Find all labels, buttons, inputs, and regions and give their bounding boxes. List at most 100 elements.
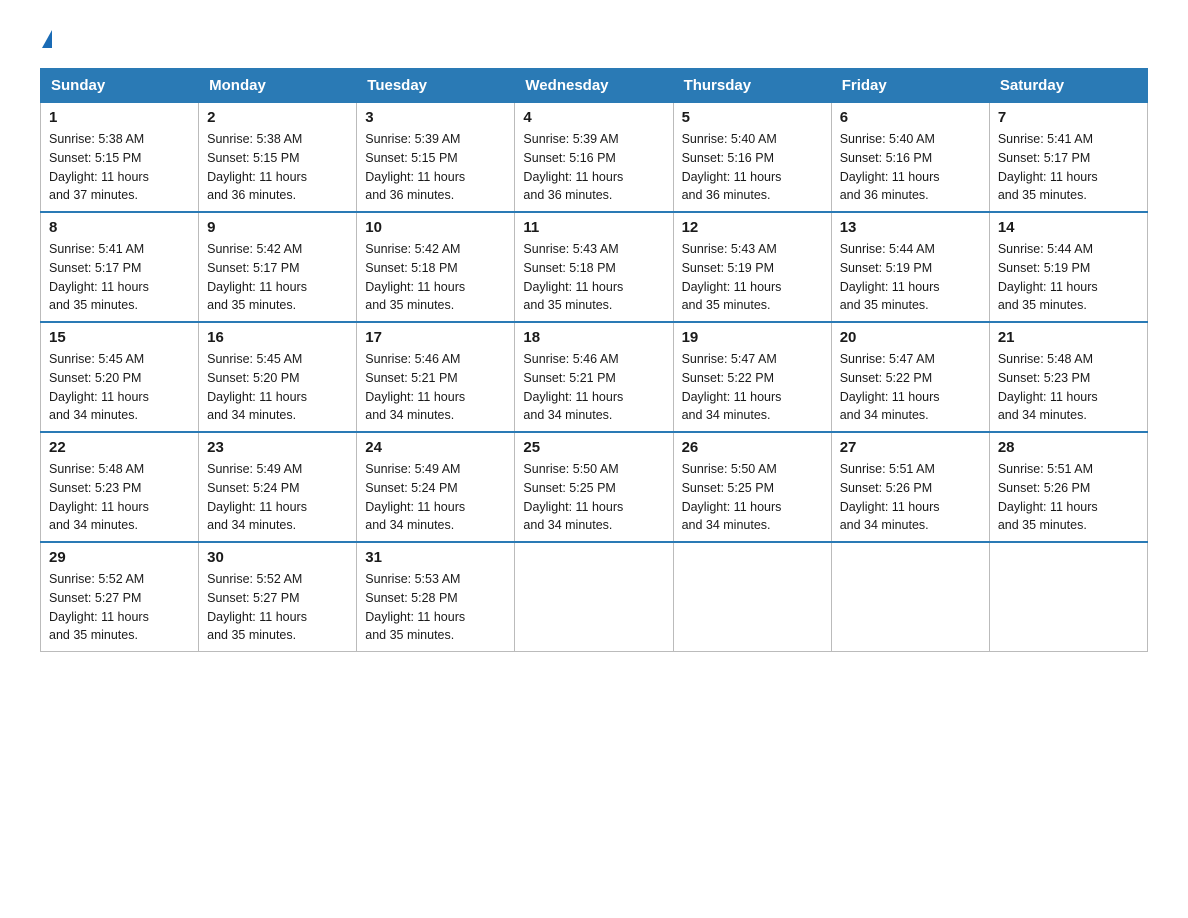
- day-info: Sunrise: 5:44 AMSunset: 5:19 PMDaylight:…: [840, 240, 981, 315]
- weekday-header-tuesday: Tuesday: [357, 69, 515, 103]
- calendar-cell: 24 Sunrise: 5:49 AMSunset: 5:24 PMDaylig…: [357, 432, 515, 542]
- day-number: 14: [998, 219, 1139, 236]
- page-header: [40, 30, 1148, 48]
- calendar-cell: 26 Sunrise: 5:50 AMSunset: 5:25 PMDaylig…: [673, 432, 831, 542]
- day-number: 20: [840, 329, 981, 346]
- day-number: 13: [840, 219, 981, 236]
- day-number: 12: [682, 219, 823, 236]
- day-number: 31: [365, 549, 506, 566]
- day-info: Sunrise: 5:39 AMSunset: 5:15 PMDaylight:…: [365, 130, 506, 205]
- calendar-cell: 19 Sunrise: 5:47 AMSunset: 5:22 PMDaylig…: [673, 322, 831, 432]
- day-number: 8: [49, 219, 190, 236]
- calendar-cell: 18 Sunrise: 5:46 AMSunset: 5:21 PMDaylig…: [515, 322, 673, 432]
- calendar-cell: 23 Sunrise: 5:49 AMSunset: 5:24 PMDaylig…: [199, 432, 357, 542]
- calendar-cell: 8 Sunrise: 5:41 AMSunset: 5:17 PMDayligh…: [41, 212, 199, 322]
- day-info: Sunrise: 5:38 AMSunset: 5:15 PMDaylight:…: [207, 130, 348, 205]
- day-number: 23: [207, 439, 348, 456]
- calendar-table: SundayMondayTuesdayWednesdayThursdayFrid…: [40, 68, 1148, 652]
- day-number: 7: [998, 109, 1139, 126]
- day-info: Sunrise: 5:52 AMSunset: 5:27 PMDaylight:…: [49, 570, 190, 645]
- calendar-cell: 6 Sunrise: 5:40 AMSunset: 5:16 PMDayligh…: [831, 103, 989, 213]
- calendar-week-1: 1 Sunrise: 5:38 AMSunset: 5:15 PMDayligh…: [41, 103, 1148, 213]
- calendar-week-5: 29 Sunrise: 5:52 AMSunset: 5:27 PMDaylig…: [41, 542, 1148, 652]
- calendar-cell: 14 Sunrise: 5:44 AMSunset: 5:19 PMDaylig…: [989, 212, 1147, 322]
- calendar-cell: 7 Sunrise: 5:41 AMSunset: 5:17 PMDayligh…: [989, 103, 1147, 213]
- day-info: Sunrise: 5:46 AMSunset: 5:21 PMDaylight:…: [523, 350, 664, 425]
- calendar-cell: 1 Sunrise: 5:38 AMSunset: 5:15 PMDayligh…: [41, 103, 199, 213]
- calendar-cell: [831, 542, 989, 652]
- weekday-header-saturday: Saturday: [989, 69, 1147, 103]
- calendar-cell: [515, 542, 673, 652]
- day-info: Sunrise: 5:42 AMSunset: 5:17 PMDaylight:…: [207, 240, 348, 315]
- calendar-week-2: 8 Sunrise: 5:41 AMSunset: 5:17 PMDayligh…: [41, 212, 1148, 322]
- calendar-cell: 25 Sunrise: 5:50 AMSunset: 5:25 PMDaylig…: [515, 432, 673, 542]
- calendar-cell: 21 Sunrise: 5:48 AMSunset: 5:23 PMDaylig…: [989, 322, 1147, 432]
- calendar-header-row: SundayMondayTuesdayWednesdayThursdayFrid…: [41, 69, 1148, 103]
- day-info: Sunrise: 5:47 AMSunset: 5:22 PMDaylight:…: [840, 350, 981, 425]
- day-info: Sunrise: 5:48 AMSunset: 5:23 PMDaylight:…: [998, 350, 1139, 425]
- day-number: 21: [998, 329, 1139, 346]
- day-info: Sunrise: 5:45 AMSunset: 5:20 PMDaylight:…: [207, 350, 348, 425]
- day-number: 9: [207, 219, 348, 236]
- calendar-cell: 12 Sunrise: 5:43 AMSunset: 5:19 PMDaylig…: [673, 212, 831, 322]
- day-info: Sunrise: 5:38 AMSunset: 5:15 PMDaylight:…: [49, 130, 190, 205]
- calendar-cell: 31 Sunrise: 5:53 AMSunset: 5:28 PMDaylig…: [357, 542, 515, 652]
- day-info: Sunrise: 5:53 AMSunset: 5:28 PMDaylight:…: [365, 570, 506, 645]
- calendar-cell: 11 Sunrise: 5:43 AMSunset: 5:18 PMDaylig…: [515, 212, 673, 322]
- calendar-cell: 15 Sunrise: 5:45 AMSunset: 5:20 PMDaylig…: [41, 322, 199, 432]
- day-info: Sunrise: 5:51 AMSunset: 5:26 PMDaylight:…: [840, 460, 981, 535]
- day-info: Sunrise: 5:42 AMSunset: 5:18 PMDaylight:…: [365, 240, 506, 315]
- day-number: 4: [523, 109, 664, 126]
- calendar-cell: 30 Sunrise: 5:52 AMSunset: 5:27 PMDaylig…: [199, 542, 357, 652]
- day-number: 19: [682, 329, 823, 346]
- day-info: Sunrise: 5:43 AMSunset: 5:18 PMDaylight:…: [523, 240, 664, 315]
- day-number: 10: [365, 219, 506, 236]
- day-number: 26: [682, 439, 823, 456]
- calendar-cell: 2 Sunrise: 5:38 AMSunset: 5:15 PMDayligh…: [199, 103, 357, 213]
- calendar-cell: 28 Sunrise: 5:51 AMSunset: 5:26 PMDaylig…: [989, 432, 1147, 542]
- day-info: Sunrise: 5:40 AMSunset: 5:16 PMDaylight:…: [682, 130, 823, 205]
- day-number: 29: [49, 549, 190, 566]
- day-number: 22: [49, 439, 190, 456]
- calendar-cell: 27 Sunrise: 5:51 AMSunset: 5:26 PMDaylig…: [831, 432, 989, 542]
- day-info: Sunrise: 5:41 AMSunset: 5:17 PMDaylight:…: [49, 240, 190, 315]
- day-number: 25: [523, 439, 664, 456]
- day-number: 27: [840, 439, 981, 456]
- calendar-cell: 4 Sunrise: 5:39 AMSunset: 5:16 PMDayligh…: [515, 103, 673, 213]
- day-number: 3: [365, 109, 506, 126]
- day-info: Sunrise: 5:51 AMSunset: 5:26 PMDaylight:…: [998, 460, 1139, 535]
- weekday-header-friday: Friday: [831, 69, 989, 103]
- day-info: Sunrise: 5:43 AMSunset: 5:19 PMDaylight:…: [682, 240, 823, 315]
- calendar-cell: 3 Sunrise: 5:39 AMSunset: 5:15 PMDayligh…: [357, 103, 515, 213]
- calendar-cell: 17 Sunrise: 5:46 AMSunset: 5:21 PMDaylig…: [357, 322, 515, 432]
- day-info: Sunrise: 5:49 AMSunset: 5:24 PMDaylight:…: [365, 460, 506, 535]
- day-number: 28: [998, 439, 1139, 456]
- day-number: 30: [207, 549, 348, 566]
- calendar-cell: [673, 542, 831, 652]
- calendar-week-4: 22 Sunrise: 5:48 AMSunset: 5:23 PMDaylig…: [41, 432, 1148, 542]
- day-info: Sunrise: 5:41 AMSunset: 5:17 PMDaylight:…: [998, 130, 1139, 205]
- calendar-cell: 9 Sunrise: 5:42 AMSunset: 5:17 PMDayligh…: [199, 212, 357, 322]
- calendar-week-3: 15 Sunrise: 5:45 AMSunset: 5:20 PMDaylig…: [41, 322, 1148, 432]
- day-number: 17: [365, 329, 506, 346]
- day-info: Sunrise: 5:48 AMSunset: 5:23 PMDaylight:…: [49, 460, 190, 535]
- day-info: Sunrise: 5:52 AMSunset: 5:27 PMDaylight:…: [207, 570, 348, 645]
- weekday-header-thursday: Thursday: [673, 69, 831, 103]
- weekday-header-monday: Monday: [199, 69, 357, 103]
- day-info: Sunrise: 5:44 AMSunset: 5:19 PMDaylight:…: [998, 240, 1139, 315]
- day-info: Sunrise: 5:39 AMSunset: 5:16 PMDaylight:…: [523, 130, 664, 205]
- day-info: Sunrise: 5:49 AMSunset: 5:24 PMDaylight:…: [207, 460, 348, 535]
- day-number: 2: [207, 109, 348, 126]
- day-info: Sunrise: 5:50 AMSunset: 5:25 PMDaylight:…: [682, 460, 823, 535]
- logo-triangle-icon: [42, 30, 52, 48]
- day-number: 15: [49, 329, 190, 346]
- day-info: Sunrise: 5:45 AMSunset: 5:20 PMDaylight:…: [49, 350, 190, 425]
- day-number: 5: [682, 109, 823, 126]
- calendar-cell: 29 Sunrise: 5:52 AMSunset: 5:27 PMDaylig…: [41, 542, 199, 652]
- calendar-cell: 22 Sunrise: 5:48 AMSunset: 5:23 PMDaylig…: [41, 432, 199, 542]
- calendar-cell: 16 Sunrise: 5:45 AMSunset: 5:20 PMDaylig…: [199, 322, 357, 432]
- weekday-header-wednesday: Wednesday: [515, 69, 673, 103]
- day-number: 16: [207, 329, 348, 346]
- day-info: Sunrise: 5:40 AMSunset: 5:16 PMDaylight:…: [840, 130, 981, 205]
- day-info: Sunrise: 5:46 AMSunset: 5:21 PMDaylight:…: [365, 350, 506, 425]
